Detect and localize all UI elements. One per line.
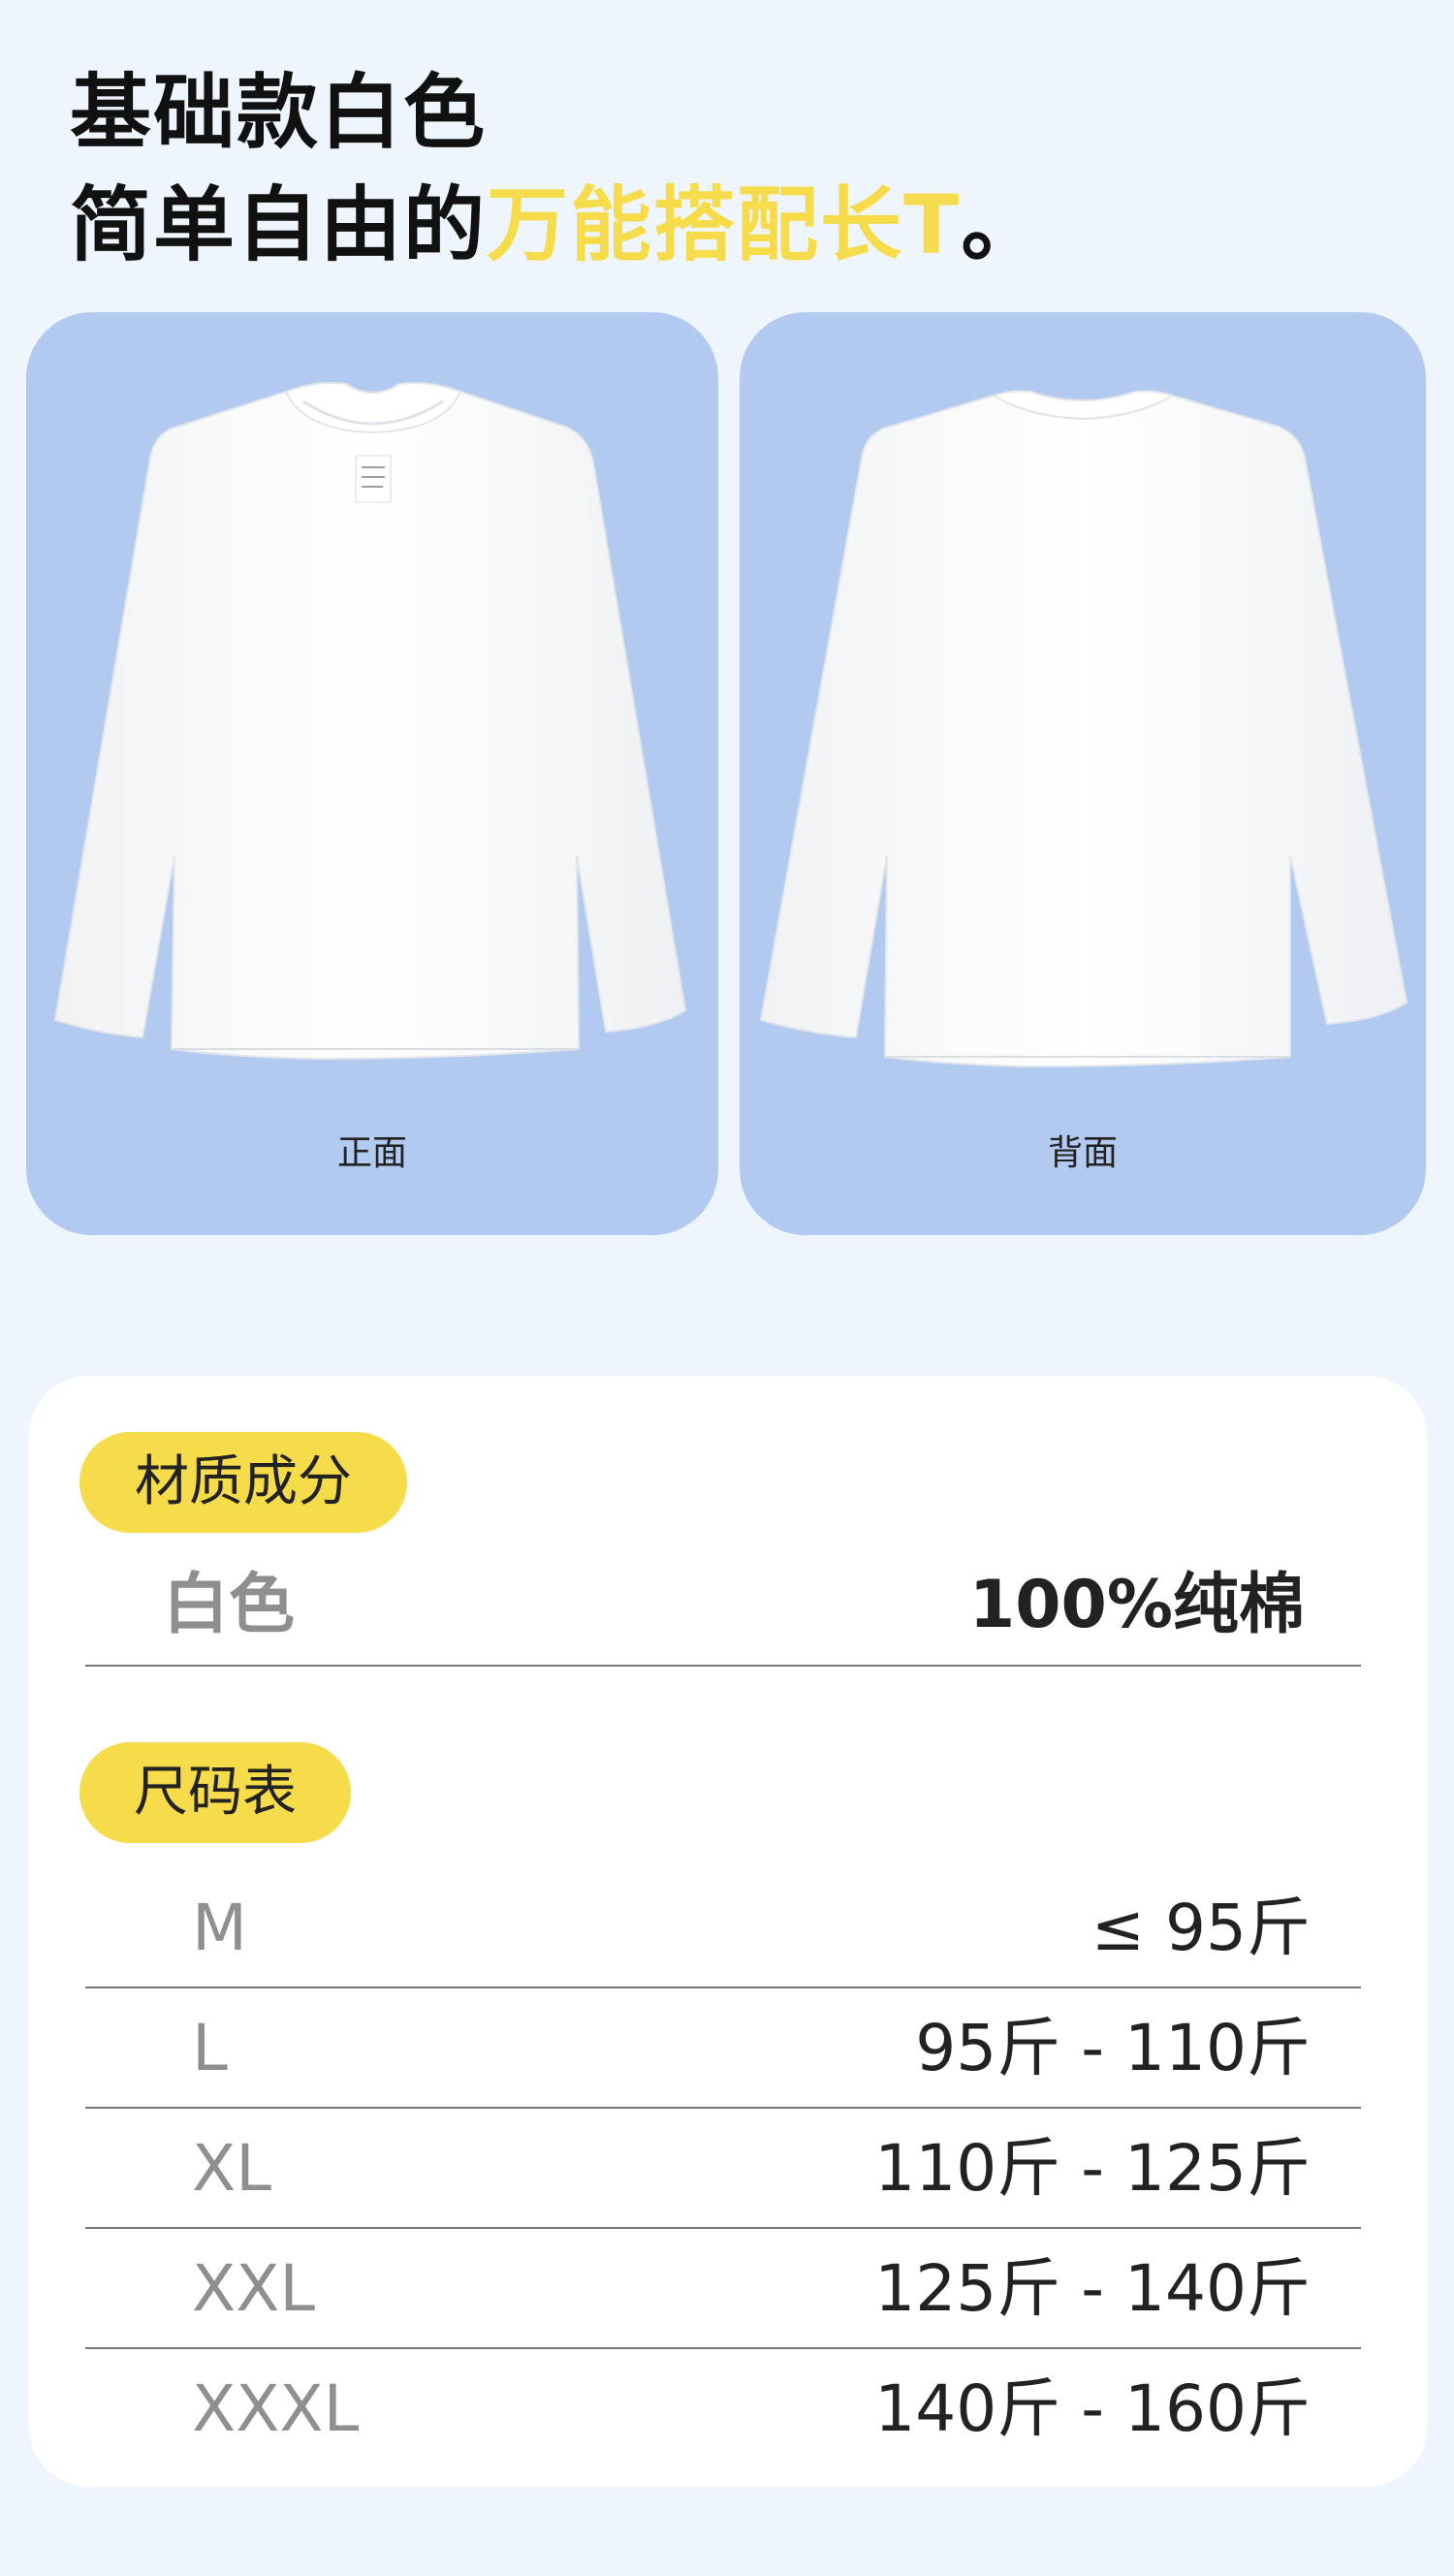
size-label: XL (192, 2131, 271, 2206)
headline: 基础款白色 简单自由的万能搭配长T。 (70, 56, 1044, 281)
table-row: XL 110斤 - 125斤 (85, 2109, 1361, 2229)
headline-line-2-prefix: 简单自由的 (70, 177, 488, 272)
material-composition: 100%纯棉 (968, 1567, 1305, 1643)
size-label: XXXL (192, 2371, 360, 2446)
spec-panel: 材质成分 白色 100%纯棉 尺码表 M ≤ 95斤 L 95斤 - 110斤 … (29, 1376, 1427, 2487)
table-row: XXXL 140斤 - 160斤 (85, 2349, 1361, 2469)
weight-range: 95斤 - 110斤 (915, 2011, 1311, 2085)
weight-range: 140斤 - 160斤 (874, 2371, 1311, 2446)
weight-range: 125斤 - 140斤 (874, 2251, 1311, 2326)
material-row: 白色 100%纯棉 (85, 1552, 1361, 1667)
table-row: XXL 125斤 - 140斤 (85, 2229, 1361, 2349)
size-label: L (192, 2011, 228, 2085)
size-label: M (192, 1891, 247, 1965)
headline-line-2: 简单自由的万能搭配长T。 (70, 169, 1044, 281)
size-chart-badge: 尺码表 (79, 1742, 351, 1843)
table-row: M ≤ 95斤 (85, 1868, 1361, 1988)
weight-range: 110斤 - 125斤 (874, 2131, 1311, 2206)
weight-range: ≤ 95斤 (1090, 1891, 1311, 1965)
material-color: 白色 (163, 1567, 296, 1643)
back-view-card: 背面 (740, 312, 1426, 1235)
table-row: L 95斤 - 110斤 (85, 1988, 1361, 2109)
back-view-label: 背面 (1047, 1133, 1118, 1173)
front-view-label: 正面 (336, 1133, 407, 1173)
headline-highlight: 万能搭配长T (487, 177, 962, 272)
size-label: XXL (192, 2251, 316, 2326)
back-shirt-image (759, 390, 1408, 1068)
headline-line-2-suffix: 。 (961, 177, 1045, 272)
front-shirt-image (53, 382, 687, 1061)
material-section-badge: 材质成分 (79, 1432, 407, 1533)
size-chart-table: M ≤ 95斤 L 95斤 - 110斤 XL 110斤 - 125斤 XXL … (85, 1868, 1361, 2469)
headline-line-1: 基础款白色 (70, 65, 488, 160)
front-view-card: 正面 (26, 312, 718, 1235)
